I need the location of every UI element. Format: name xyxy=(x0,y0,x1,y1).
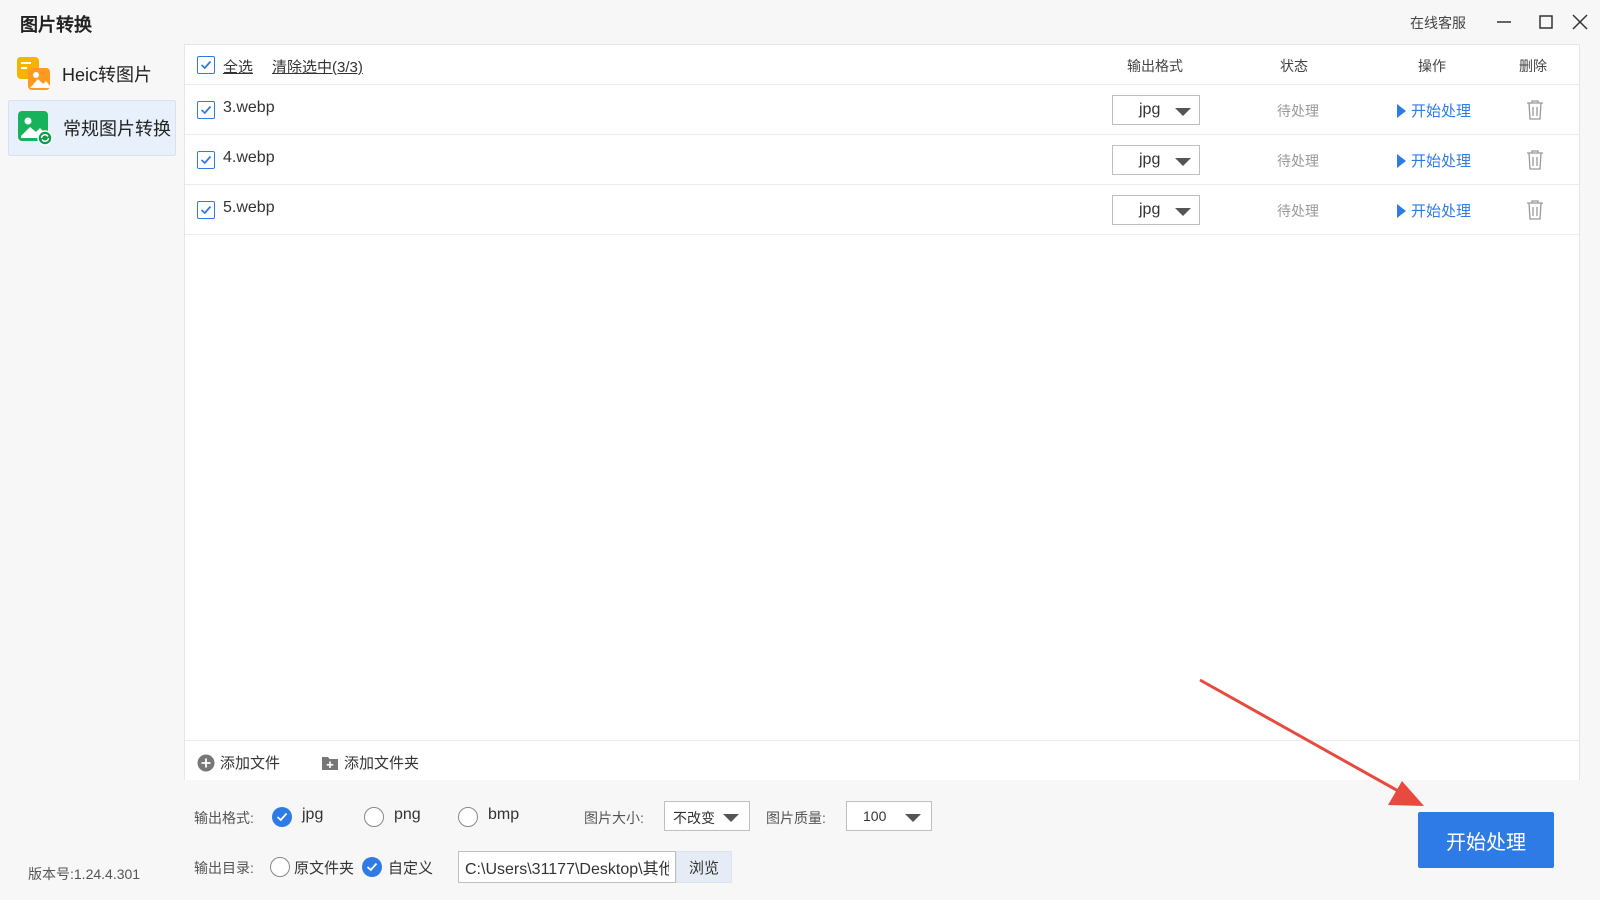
image-size-select[interactable]: 不改变 xyxy=(664,801,750,831)
image-quality-select[interactable]: 100 xyxy=(846,801,932,831)
image-quality-label: 图片质量: xyxy=(766,810,826,826)
dir-radio-original[interactable] xyxy=(270,857,290,877)
file-list-header: 全选 清除选中(3/3) 输出格式 状态 操作 删除 xyxy=(185,45,1579,85)
check-icon xyxy=(200,60,212,70)
output-format-label: 输出格式: xyxy=(194,810,254,826)
app-title: 图片转换 xyxy=(20,15,92,35)
format-radio-bmp-label: bmp xyxy=(488,806,520,823)
trash-icon[interactable] xyxy=(1525,199,1545,221)
dir-radio-custom-label: 自定义 xyxy=(388,860,434,877)
row-format-value: jpg xyxy=(1139,151,1161,168)
check-icon xyxy=(276,812,288,822)
format-radio-bmp[interactable] xyxy=(458,807,478,827)
table-row: 5.webp jpg 待处理 开始处理 xyxy=(185,185,1579,235)
browse-button[interactable]: 浏览 xyxy=(676,851,732,883)
output-dir-label: 输出目录: xyxy=(194,860,254,876)
plus-circle-icon xyxy=(197,754,215,771)
add-file-button[interactable]: 添加文件 xyxy=(197,752,280,773)
dir-radio-custom[interactable] xyxy=(362,857,382,877)
sidebar-item-image-convert[interactable]: 常规图片转换 xyxy=(8,100,176,156)
column-header-delete: 删除 xyxy=(1519,58,1547,74)
output-path-input[interactable] xyxy=(458,851,676,883)
add-folder-label: 添加文件夹 xyxy=(344,755,420,772)
file-name: 4.webp xyxy=(223,149,275,166)
sidebar: Heic转图片 常规图片转换 版本号:1.24.4.301 xyxy=(0,44,182,900)
add-file-label: 添加文件 xyxy=(220,755,281,772)
check-icon xyxy=(200,205,212,215)
clear-selection-link[interactable]: 清除选中(3/3) xyxy=(272,56,363,77)
row-checkbox[interactable] xyxy=(197,201,215,219)
file-name: 3.webp xyxy=(223,99,275,116)
row-status: 待处理 xyxy=(1277,153,1319,169)
check-icon xyxy=(200,105,212,115)
online-support-link[interactable]: 在线客服 xyxy=(1410,13,1466,33)
check-icon xyxy=(366,862,378,872)
format-radio-png[interactable] xyxy=(364,807,384,827)
maximize-button[interactable] xyxy=(1532,8,1560,36)
select-all-link[interactable]: 全选 xyxy=(223,56,253,77)
trash-icon[interactable] xyxy=(1525,149,1545,171)
row-status: 待处理 xyxy=(1277,103,1319,119)
format-radio-jpg[interactable] xyxy=(272,807,292,827)
row-checkbox[interactable] xyxy=(197,151,215,169)
row-format-select[interactable]: jpg xyxy=(1112,95,1200,125)
minimize-icon xyxy=(1497,21,1511,23)
row-format-select[interactable]: jpg xyxy=(1112,145,1200,175)
file-name: 5.webp xyxy=(223,199,275,216)
select-all-checkbox[interactable] xyxy=(197,56,215,74)
sidebar-item-label: 常规图片转换 xyxy=(63,119,171,139)
chevron-down-icon xyxy=(723,814,739,822)
sidebar-item-heic[interactable]: Heic转图片 xyxy=(8,46,176,102)
image-quality-value: 100 xyxy=(863,808,887,824)
row-format-select[interactable]: jpg xyxy=(1112,195,1200,225)
title-bar: 图片转换 在线客服 xyxy=(0,0,1600,44)
image-size-value: 不改变 xyxy=(673,810,715,826)
play-icon xyxy=(1397,103,1406,118)
play-icon xyxy=(1397,153,1406,168)
add-folder-button[interactable]: 添加文件夹 xyxy=(321,752,419,773)
row-start-label: 开始处理 xyxy=(1411,103,1472,120)
column-header-format: 输出格式 xyxy=(1127,58,1183,74)
row-status: 待处理 xyxy=(1277,203,1319,219)
heic-image-icon xyxy=(17,57,50,90)
row-format-value: jpg xyxy=(1139,101,1161,118)
row-start-button[interactable]: 开始处理 xyxy=(1397,200,1471,221)
table-row: 3.webp jpg 待处理 开始处理 xyxy=(185,85,1579,135)
row-start-button[interactable]: 开始处理 xyxy=(1397,150,1471,171)
maximize-icon xyxy=(1539,15,1553,29)
chevron-down-icon xyxy=(1175,208,1191,216)
row-format-value: jpg xyxy=(1139,201,1161,218)
chevron-down-icon xyxy=(905,814,921,822)
play-icon xyxy=(1397,203,1406,218)
format-radio-png-label: png xyxy=(394,806,421,823)
row-checkbox[interactable] xyxy=(197,101,215,119)
column-header-status: 状态 xyxy=(1280,58,1308,74)
file-list-panel: 全选 清除选中(3/3) 输出格式 状态 操作 删除 3.webp jpg 待处… xyxy=(184,44,1580,780)
table-row: 4.webp jpg 待处理 开始处理 xyxy=(185,135,1579,185)
format-radio-jpg-label: jpg xyxy=(302,806,324,823)
chevron-down-icon xyxy=(1175,108,1191,116)
chevron-down-icon xyxy=(1175,158,1191,166)
close-icon xyxy=(1572,14,1588,30)
file-list-footer: 添加文件 添加文件夹 xyxy=(185,740,1579,780)
minimize-button[interactable] xyxy=(1490,8,1518,36)
start-processing-button[interactable]: 开始处理 xyxy=(1418,812,1554,868)
trash-icon[interactable] xyxy=(1525,99,1545,121)
row-start-button[interactable]: 开始处理 xyxy=(1397,100,1471,121)
close-button[interactable] xyxy=(1566,8,1594,36)
check-icon xyxy=(200,155,212,165)
folder-plus-icon xyxy=(322,756,338,770)
column-header-action: 操作 xyxy=(1418,58,1446,74)
image-convert-icon xyxy=(18,111,53,146)
image-size-label: 图片大小: xyxy=(584,810,644,826)
row-start-label: 开始处理 xyxy=(1411,203,1472,220)
row-start-label: 开始处理 xyxy=(1411,153,1472,170)
version-label: 版本号:1.24.4.301 xyxy=(28,866,141,882)
sidebar-item-label: Heic转图片 xyxy=(62,65,153,85)
dir-radio-original-label: 原文件夹 xyxy=(294,860,355,877)
